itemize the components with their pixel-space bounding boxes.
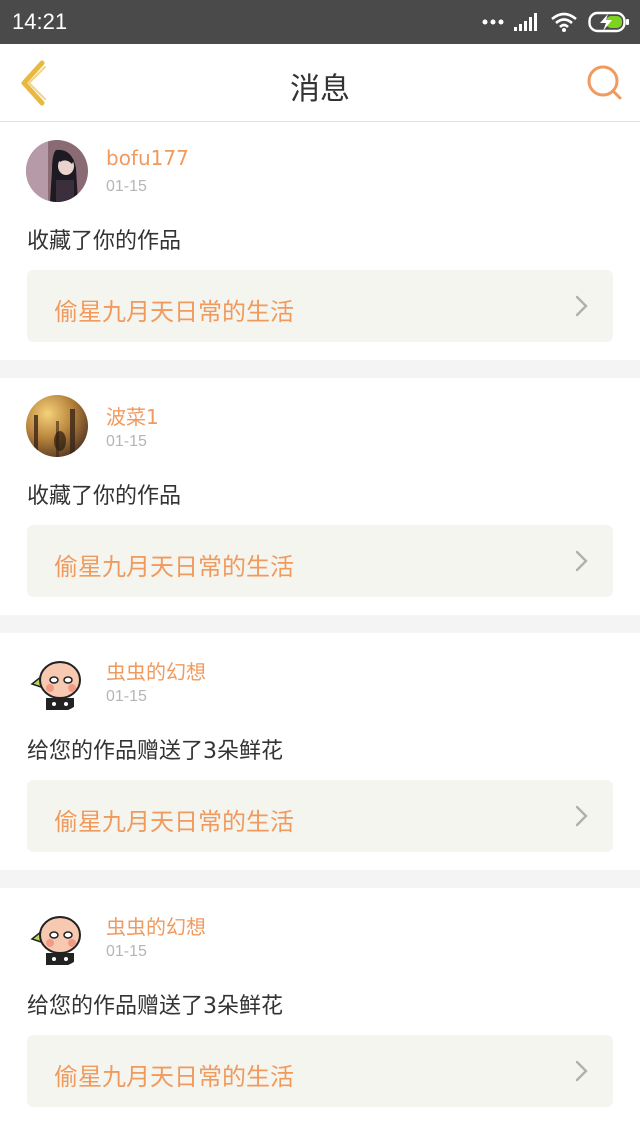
avatar[interactable]	[26, 140, 88, 202]
message-text: 收藏了你的作品	[27, 484, 182, 509]
avatar-cartoon-icon	[26, 905, 88, 967]
username[interactable]: 虫虫的幻想	[106, 656, 206, 685]
avatar[interactable]	[26, 905, 88, 967]
work-link[interactable]: 偷星九月天日常的生活	[27, 1035, 613, 1107]
message-date: 01-15	[106, 943, 147, 960]
work-link[interactable]: 偷星九月天日常的生活	[27, 270, 613, 342]
avatar-anime-girl-icon	[26, 140, 88, 202]
message-list: bofu177 01-15 收藏了你的作品 偷星九月天日常的生活 波菜1 01-…	[0, 123, 640, 1125]
message-text: 给您的作品赠送了3朵鲜花	[27, 994, 283, 1019]
search-button[interactable]	[586, 64, 624, 102]
message-item: bofu177 01-15 收藏了你的作品 偷星九月天日常的生活	[0, 123, 640, 360]
message-date: 01-15	[106, 178, 147, 195]
divider	[0, 870, 640, 888]
chevron-right-icon	[575, 805, 588, 827]
top-nav-bar: 消息	[0, 44, 640, 122]
divider	[0, 360, 640, 378]
username[interactable]: bofu177	[106, 146, 189, 170]
message-item: 虫虫的幻想 01-15 给您的作品赠送了3朵鲜花 偷星九月天日常的生活	[0, 633, 640, 870]
avatar[interactable]	[26, 650, 88, 712]
divider	[0, 615, 640, 633]
status-time: 14:21	[12, 9, 68, 34]
work-title: 偷星九月天日常的生活	[54, 298, 294, 326]
status-icons	[482, 10, 630, 34]
status-bar: 14:21	[0, 0, 640, 44]
signal-icon	[514, 13, 537, 31]
message-text: 收藏了你的作品	[27, 229, 182, 254]
chevron-right-icon	[575, 550, 588, 572]
chevron-right-icon	[575, 295, 588, 317]
avatar-cartoon-icon	[26, 650, 88, 712]
search-icon	[587, 65, 622, 100]
work-link[interactable]: 偷星九月天日常的生活	[27, 780, 613, 852]
chevron-right-icon	[575, 1060, 588, 1082]
work-link[interactable]: 偷星九月天日常的生活	[27, 525, 613, 597]
avatar-forest-icon	[26, 395, 88, 457]
work-title: 偷星九月天日常的生活	[54, 808, 294, 836]
message-text: 给您的作品赠送了3朵鲜花	[27, 739, 283, 764]
work-title: 偷星九月天日常的生活	[54, 553, 294, 581]
message-date: 01-15	[106, 433, 147, 450]
page-title: 消息	[290, 72, 350, 107]
message-item: 波菜1 01-15 收藏了你的作品 偷星九月天日常的生活	[0, 378, 640, 615]
message-date: 01-15	[106, 688, 147, 705]
wifi-icon	[551, 12, 577, 32]
username[interactable]: 波菜1	[106, 401, 159, 430]
username[interactable]: 虫虫的幻想	[106, 911, 206, 940]
battery-charging-icon	[588, 11, 629, 33]
more-dots-icon	[482, 19, 504, 25]
message-item: 虫虫的幻想 01-15 给您的作品赠送了3朵鲜花 偷星九月天日常的生活	[0, 888, 640, 1125]
avatar[interactable]	[26, 395, 88, 457]
work-title: 偷星九月天日常的生活	[54, 1063, 294, 1091]
